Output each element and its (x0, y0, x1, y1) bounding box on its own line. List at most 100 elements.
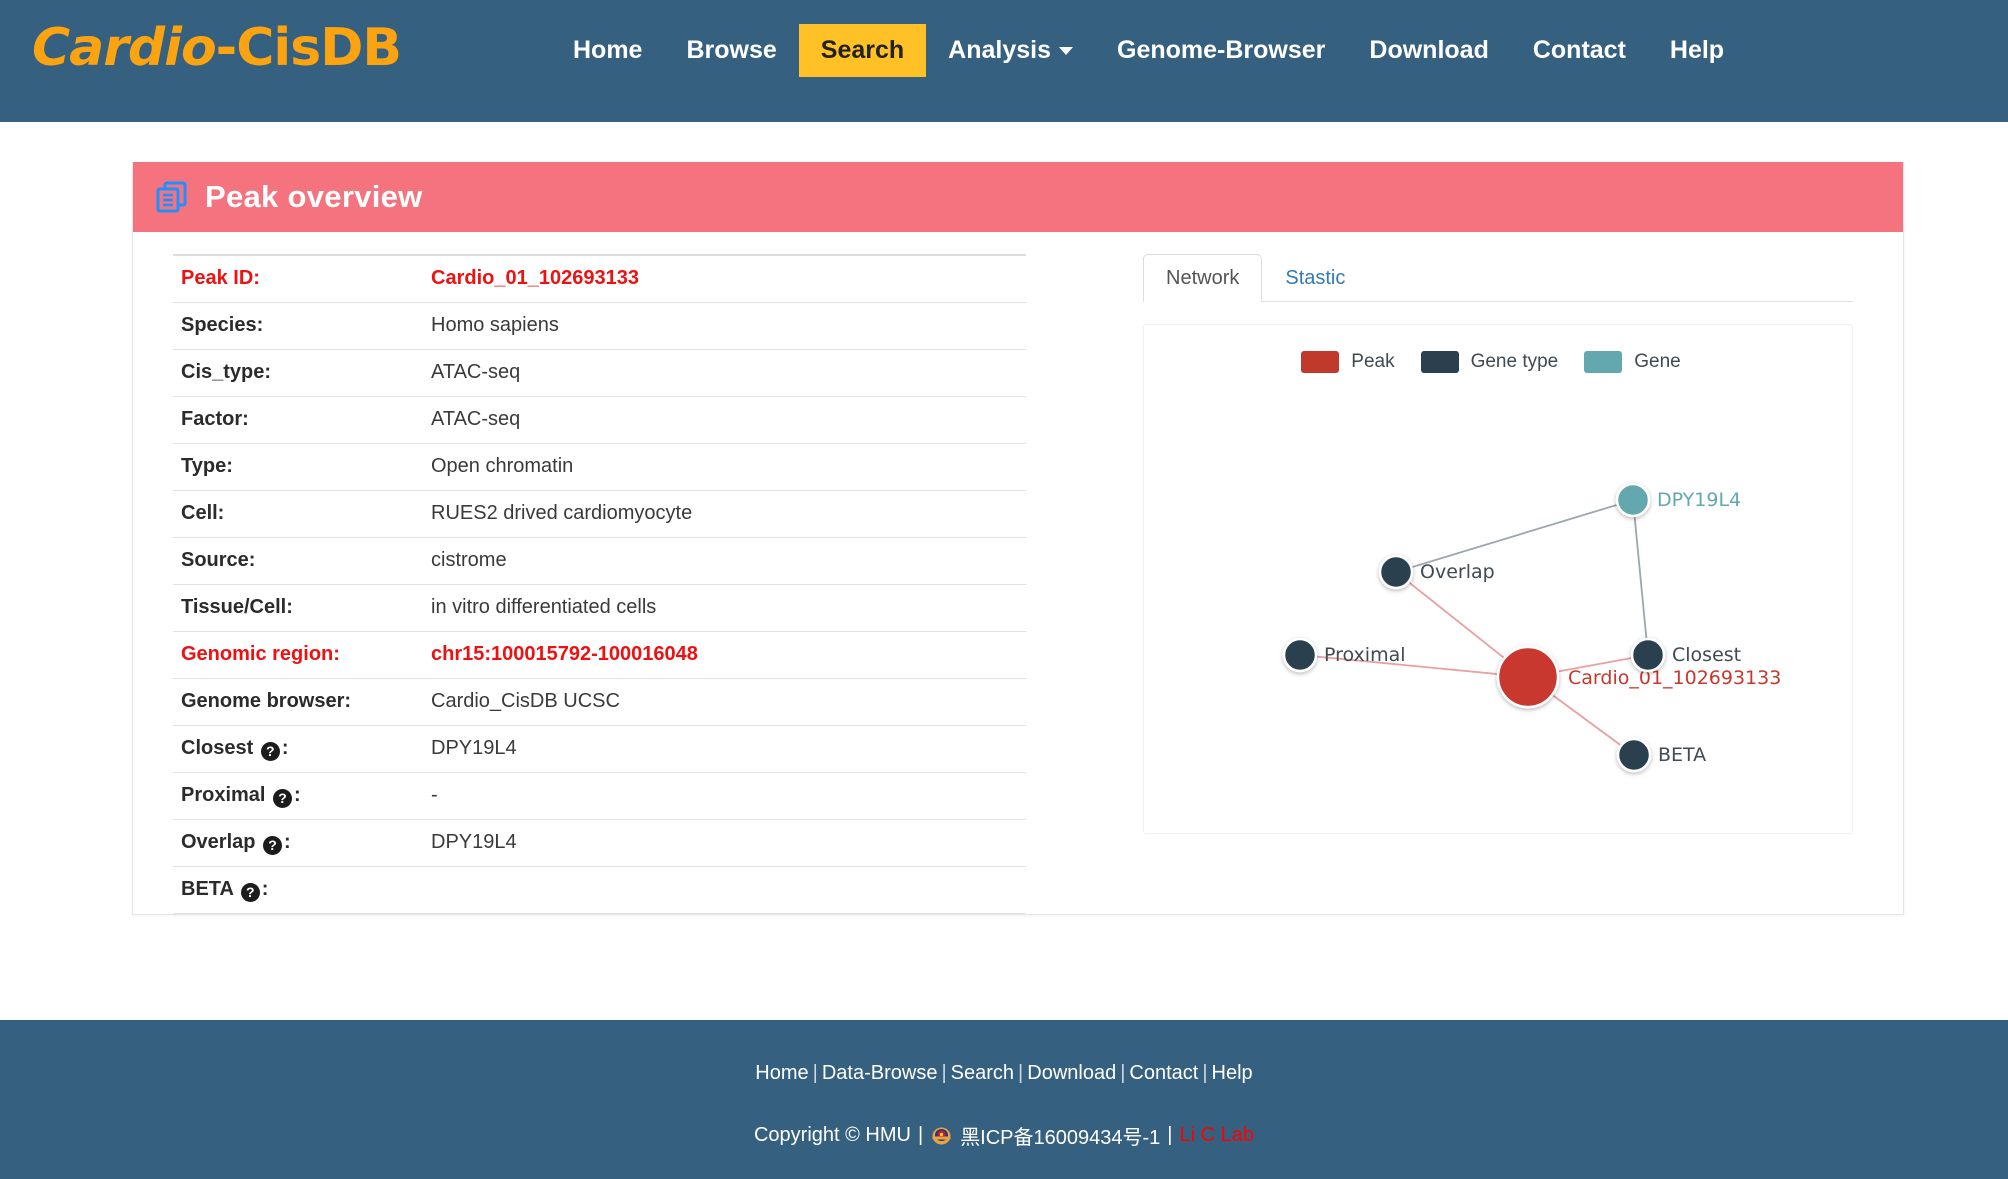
info-key-cell: Cell: (173, 490, 423, 538)
lab-link[interactable]: Li C Lab (1180, 1124, 1255, 1147)
nav-item-contact[interactable]: Contact (1511, 24, 1648, 77)
info-key-label: Source: (181, 549, 256, 571)
info-value-species: Homo sapiens (423, 302, 1026, 350)
network-node-label-peak: Cardio_01_102693133 (1568, 667, 1781, 689)
logo-italic-text: Cardio (32, 18, 217, 78)
footer-link-data-browse[interactable]: Data-Browse (822, 1062, 938, 1084)
help-icon[interactable]: ? (263, 835, 283, 855)
peak-info-column: Peak ID: Cardio_01_102693133 Species: Homo … (133, 232, 1123, 914)
info-key-overlap: Overlap ?: (173, 819, 423, 867)
panel-header: Peak overview (133, 162, 1903, 232)
footer-link-home[interactable]: Home (755, 1062, 808, 1084)
site-logo[interactable]: Cardio-CisDB (32, 18, 402, 78)
network-tabs: Network Stastic (1143, 252, 1853, 302)
network-node-beta[interactable] (1616, 737, 1652, 773)
info-key-label: BETA (181, 877, 234, 900)
network-node-proximal[interactable] (1282, 637, 1318, 673)
table-row: Closest ?: DPY19L4 (173, 725, 1026, 773)
footer-link-separator: | (1018, 1062, 1024, 1084)
peak-overview-panel: Peak overview Peak ID: Cardio_01_10269313… (132, 162, 1904, 915)
footer-separator: | (917, 1124, 924, 1146)
info-key-label: Proximal (181, 783, 266, 806)
chevron-down-icon (1059, 47, 1074, 56)
table-row: Proximal ?: - (173, 772, 1026, 820)
footer-link-separator: | (1202, 1062, 1208, 1084)
nav-item-analysis[interactable]: Analysis (926, 24, 1095, 77)
network-svg: Cardio_01_102693133 Overlap Proximal Closes… (1282, 482, 1781, 773)
footer-link-help[interactable]: Help (1212, 1062, 1253, 1084)
nav-item-search[interactable]: Search (798, 24, 927, 77)
nav-item-genome-browser[interactable]: Genome-Browser (1095, 24, 1347, 77)
info-key-label: Type: (181, 455, 233, 477)
info-value-peak-id: Cardio_01_102693133 (423, 254, 1026, 303)
help-icon[interactable]: ? (273, 788, 293, 808)
info-key-label: Genomic region: (181, 643, 340, 665)
nav-item-label: Search (820, 36, 905, 64)
info-value-cis-type: ATAC-seq (423, 349, 1026, 397)
info-value-proximal: - (423, 772, 1026, 820)
info-key-cis-type: Cis_type: (173, 349, 423, 397)
tab-network[interactable]: Network (1143, 254, 1263, 302)
info-key-closest: Closest ?: (173, 725, 423, 773)
info-key-label: Closest (181, 736, 254, 759)
page-title: Peak overview (205, 179, 423, 214)
footer-link-contact[interactable]: Contact (1129, 1062, 1198, 1084)
legend-swatch-gene-type (1420, 351, 1459, 373)
table-row: Cis_type: ATAC-seq (173, 349, 1026, 397)
network-node-overlap[interactable] (1378, 554, 1414, 590)
footer-link-search[interactable]: Search (951, 1062, 1014, 1084)
info-key-label: Peak ID: (181, 267, 260, 290)
info-key-label: Cell: (181, 502, 225, 524)
info-key-peak-id: Peak ID: (173, 254, 423, 303)
nav-links: Home Browse Search Analysis Genome-Browser Do… (551, 24, 1746, 77)
icp-license-text[interactable]: 黑ICP备16009434号-1 (960, 1121, 1160, 1150)
legend-label-gene: Gene (1634, 351, 1681, 372)
nav-item-label: Help (1669, 36, 1725, 64)
help-icon[interactable]: ? (240, 882, 260, 902)
police-badge-icon (930, 1124, 953, 1147)
nav-item-browse[interactable]: Browse (664, 24, 798, 77)
network-node-label-closest: Closest (1672, 644, 1741, 666)
legend-label-gene-type: Gene type (1470, 351, 1559, 372)
info-key-label: Cis_type: (181, 361, 272, 383)
top-navbar: Cardio-CisDB Home Browse Search Analysis Gen… (0, 0, 2008, 122)
footer-separator-2: | (1167, 1124, 1173, 1146)
table-row: Tissue/Cell: in vitro differentiated cell… (173, 584, 1026, 632)
table-row: BETA ?: (173, 866, 1026, 914)
footer-links: Home | Data-Browse | Search | Download | Contact… (0, 1062, 2008, 1085)
info-key-source: Source: (173, 537, 423, 585)
info-key-species: Species: (173, 302, 423, 350)
table-row: Factor: ATAC-seq (173, 396, 1026, 444)
info-value-genome-browser[interactable]: Cardio_CisDB UCSC (423, 678, 1026, 726)
nav-item-download[interactable]: Download (1347, 24, 1510, 77)
footer-link-separator: | (812, 1062, 818, 1084)
info-key-genomic-region: Genomic region: (173, 631, 423, 679)
footer-link-download[interactable]: Download (1027, 1062, 1116, 1084)
table-row: Cell: RUES2 drived cardiomyocyte (173, 490, 1026, 538)
info-value-closest: DPY19L4 (423, 725, 1026, 773)
tab-stastic[interactable]: Stastic (1262, 254, 1368, 302)
network-viewport: Peak Gene type Gene Cardio_01_102693133 Ove… (1143, 324, 1853, 834)
help-icon[interactable]: ? (260, 741, 280, 761)
nav-item-help[interactable]: Help (1648, 24, 1746, 77)
site-footer: Home | Data-Browse | Search | Download | Contact… (0, 1020, 2008, 1179)
footer-link-separator: | (1120, 1062, 1126, 1084)
table-row: Type: Open chromatin (173, 443, 1026, 491)
network-node-label-proximal: Proximal (1324, 644, 1406, 666)
network-node-peak[interactable] (1496, 645, 1560, 709)
info-value-factor: ATAC-seq (423, 396, 1026, 444)
documents-icon (155, 180, 189, 214)
network-node-closest[interactable] (1630, 637, 1666, 673)
network-graph[interactable]: Cardio_01_102693133 Overlap Proximal Closes… (1144, 387, 1852, 827)
nav-item-label: Home (573, 36, 643, 64)
network-edge-closest-dpy19l4 (1632, 499, 1649, 656)
info-value-tissue-cell: in vitro differentiated cells (423, 584, 1026, 632)
peak-info-table: Peak ID: Cardio_01_102693133 Species: Homo … (173, 254, 1026, 914)
info-key-label: Tissue/Cell: (181, 596, 293, 618)
nav-item-home[interactable]: Home (551, 24, 664, 77)
info-key-beta: BETA ?: (173, 866, 423, 914)
network-node-dpy19l4[interactable] (1615, 482, 1651, 518)
info-value-overlap: DPY19L4 (423, 819, 1026, 867)
info-key-type: Type: (173, 443, 423, 491)
network-legend: Peak Gene type Gene (1144, 325, 1852, 373)
